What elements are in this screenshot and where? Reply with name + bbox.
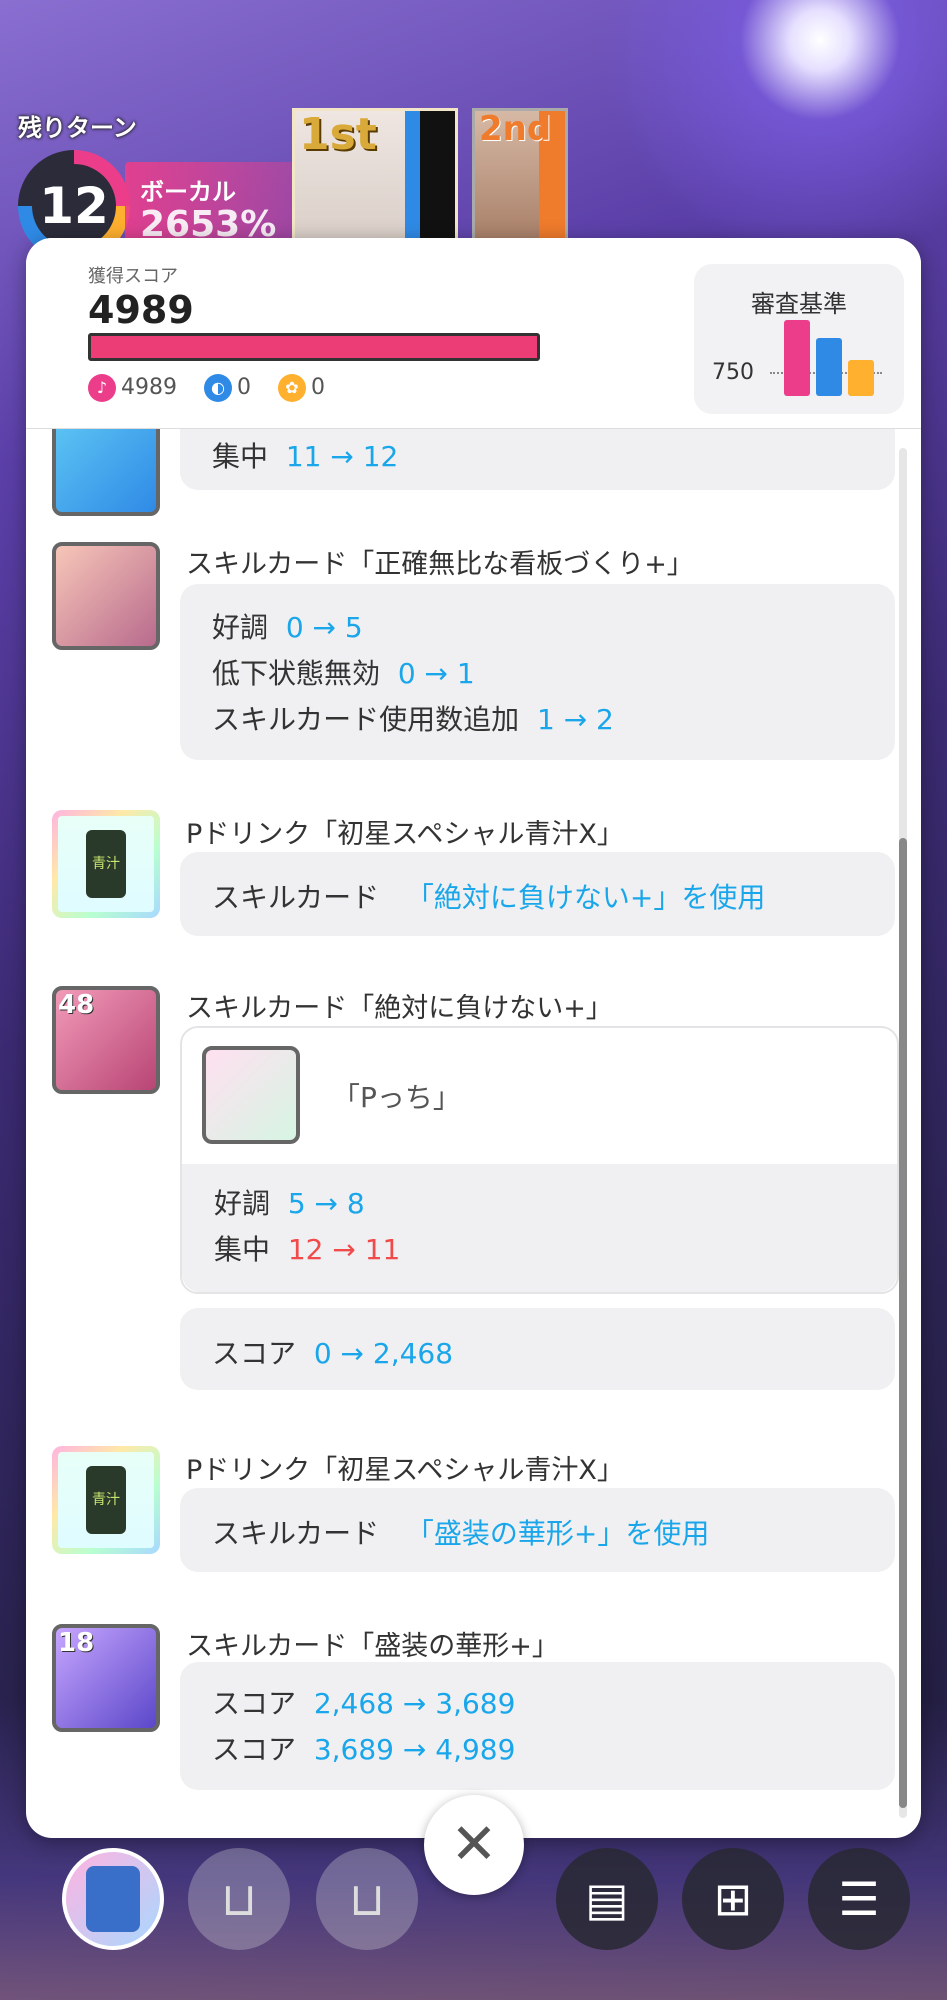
criteria-bar-vocal <box>784 320 810 396</box>
visual-stat-value: 0 <box>311 375 325 400</box>
visual-stat: ✿ 0 <box>278 374 325 402</box>
menu-button[interactable]: ☰ <box>808 1848 910 1950</box>
rank-stripe <box>405 111 455 251</box>
score-value: 4989 <box>88 288 194 332</box>
vocal-label: ボーカル <box>140 178 236 206</box>
effect-line: 好調 0 → 5 <box>212 611 363 644</box>
drink-can-icon: 青汁 <box>86 830 126 898</box>
criteria-title: 審査基準 <box>751 290 847 318</box>
score-progress-fill <box>91 336 537 358</box>
effect-line: スコア 2,468 → 3,689 <box>212 1687 516 1720</box>
judging-criteria[interactable]: 審査基準 750 <box>694 264 904 414</box>
remaining-turns-label: 残りターン <box>18 114 137 142</box>
log-entry-title: Pドリンク「初星スペシャル青汁X」 <box>186 1455 624 1486</box>
p-item-name: 「Pっち」 <box>332 1081 461 1114</box>
rank-1st-badge: 1st <box>299 109 377 160</box>
effect-line: 低下状態無効 0 → 1 <box>212 657 475 690</box>
log-entry-title: スキルカード「正確無比な看板づくり+」 <box>186 549 694 580</box>
log-list[interactable]: 集中 11 → 12 スキルカード「正確無比な看板づくり+」 好調 0 → 5 … <box>26 408 921 1838</box>
score-progress-bar <box>88 333 540 361</box>
effect-line: スコア 0 → 2,468 <box>212 1337 454 1370</box>
close-button[interactable]: ✕ <box>424 1795 524 1895</box>
effect-sub-box: 好調 5 → 8 集中 12 → 11 <box>182 1164 897 1292</box>
rank-1st-card: 1st <box>292 108 458 254</box>
log-entry-title: スキルカード「絶対に負けない+」 <box>186 993 613 1024</box>
criteria-value: 750 <box>712 360 754 385</box>
score-header: 獲得スコア 4989 ♪ 4989 ◐ 0 ✿ 0 審査基準 750 <box>26 238 921 429</box>
drink-cup-icon <box>86 1866 140 1932</box>
p-drink-slot-2-empty[interactable]: ⊔ <box>188 1848 290 1950</box>
log-effect-box: スコア 0 → 2,468 <box>180 1308 895 1390</box>
log-entry-title: Pドリンク「初星スペシャル青汁X」 <box>186 819 624 850</box>
effect-line: 好調 5 → 8 <box>214 1187 365 1220</box>
p-drink-icon: 青汁 <box>52 1446 160 1554</box>
dance-stat-value: 0 <box>237 375 251 400</box>
score-label: 獲得スコア <box>88 266 178 287</box>
p-drink-slot-1[interactable] <box>62 1848 164 1950</box>
rank-2nd-card: 2nd <box>472 108 568 254</box>
p-drink-icon: 青汁 <box>52 810 160 918</box>
log-effect-box: スコア 2,468 → 3,689 スコア 3,689 → 4,989 <box>180 1662 895 1790</box>
criteria-bar-dance <box>816 338 842 396</box>
card-number: 48 <box>58 990 95 1020</box>
p-drink-slot-3-empty[interactable]: ⊔ <box>316 1848 418 1950</box>
dance-icon: ◐ <box>204 374 232 402</box>
effect-line: スキルカード 「盛装の華形+」を使用 <box>212 1517 710 1550</box>
vocal-stat: ♪ 4989 <box>88 374 177 402</box>
visual-icon: ✿ <box>278 374 306 402</box>
drink-can-icon: 青汁 <box>86 1466 126 1534</box>
scrollbar-thumb[interactable] <box>899 838 907 1808</box>
dance-stat: ◐ 0 <box>204 374 251 402</box>
vocal-stat-value: 4989 <box>121 375 177 400</box>
action-log-panel: 獲得スコア 4989 ♪ 4989 ◐ 0 ✿ 0 審査基準 750 集中 11 → … <box>26 238 921 1838</box>
memo-button[interactable]: ▤ <box>556 1848 658 1950</box>
skill-card-icon: 18 <box>52 1624 160 1732</box>
p-item-button[interactable]: ⊞ <box>682 1848 784 1950</box>
log-effect-box: 「Pっち」 好調 5 → 8 集中 12 → 11 <box>180 1026 899 1294</box>
p-item-icon <box>202 1046 300 1144</box>
turn-counter-value: 12 <box>32 164 116 248</box>
effect-line: スキルカード使用数追加 1 → 2 <box>212 703 614 736</box>
log-entry-title: スキルカード「盛装の華形+」 <box>186 1631 559 1662</box>
skill-card-icon: 48 <box>52 986 160 1094</box>
card-number: 18 <box>58 1628 95 1658</box>
effect-line: 集中 12 → 11 <box>214 1233 401 1266</box>
rank-2nd-badge: 2nd <box>479 109 552 149</box>
effect-line: スキルカード 「絶対に負けない+」を使用 <box>212 881 766 914</box>
skill-card-icon <box>52 542 160 650</box>
effect-line: 集中 11 → 12 <box>212 440 399 473</box>
criteria-bar-visual <box>848 360 874 396</box>
log-effect-box: 好調 0 → 5 低下状態無効 0 → 1 スキルカード使用数追加 1 → 2 <box>180 584 895 760</box>
vocal-icon: ♪ <box>88 374 116 402</box>
log-effect-box: スキルカード 「絶対に負けない+」を使用 <box>180 852 895 936</box>
effect-line: スコア 3,689 → 4,989 <box>212 1733 516 1766</box>
log-effect-box: スキルカード 「盛装の華形+」を使用 <box>180 1488 895 1572</box>
